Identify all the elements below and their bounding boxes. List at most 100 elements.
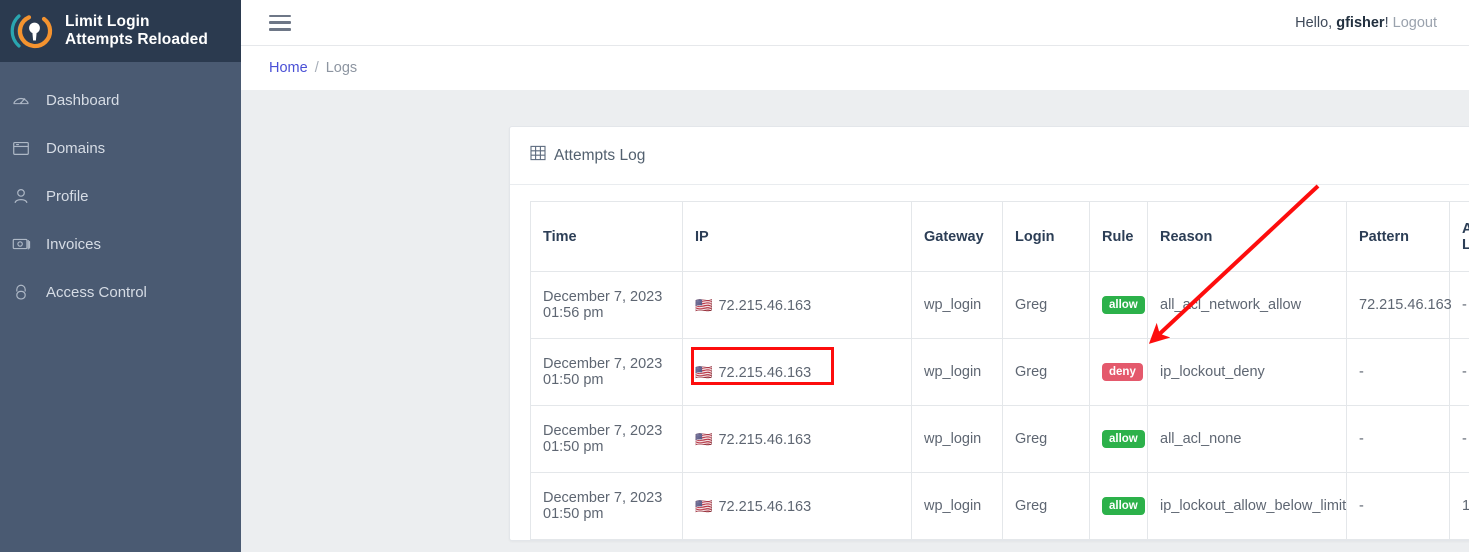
cell-login: Greg bbox=[1002, 271, 1090, 339]
ip-address: 72.215.46.163 bbox=[718, 364, 812, 381]
sidebar-item-label: Profile bbox=[46, 187, 89, 205]
speedometer-icon bbox=[10, 89, 32, 111]
log-time: 01:50 pm bbox=[543, 439, 604, 455]
table-row[interactable]: December 7, 2023 01:50 pm 🇺🇸 72.215.46.163 w… bbox=[530, 405, 1469, 473]
cell-ip: 🇺🇸 72.215.46.163 bbox=[682, 405, 912, 473]
cell-login: Greg bbox=[1002, 338, 1090, 406]
cell-gateway: wp_login bbox=[911, 338, 1003, 406]
table-row[interactable]: December 7, 2023 01:50 pm 🇺🇸 72.215.46.163 w… bbox=[530, 338, 1469, 406]
cell-rule: allow bbox=[1089, 472, 1148, 540]
cell-attempts-left: - bbox=[1449, 338, 1469, 406]
sidebar-nav: Dashboard Domains Profile Invoices Acces… bbox=[0, 62, 241, 316]
country-flag-icon: 🇺🇸 bbox=[695, 430, 713, 447]
column-header-time[interactable]: Time bbox=[530, 201, 683, 272]
brand-line-2: Attempts Reloaded bbox=[65, 31, 208, 48]
breadcrumb-separator: / bbox=[314, 60, 319, 76]
cell-reason: all_acl_network_allow bbox=[1147, 271, 1347, 339]
main-area: Hello, gfisher! Logout Home / Logs Attem… bbox=[241, 0, 1469, 552]
table-row[interactable]: December 7, 2023 01:50 pm 🇺🇸 72.215.46.163 w… bbox=[530, 472, 1469, 540]
table-body: December 7, 2023 01:56 pm 🇺🇸 72.215.46.163 w… bbox=[530, 271, 1469, 540]
app-root: Limit Login Attempts Reloaded Dashboard bbox=[0, 0, 1469, 552]
status-badge: allow bbox=[1102, 430, 1145, 448]
cell-gateway: wp_login bbox=[911, 405, 1003, 473]
cell-attempts-left: - bbox=[1449, 405, 1469, 473]
column-header-login[interactable]: Login bbox=[1002, 201, 1090, 272]
sidebar-item-invoices[interactable]: Invoices bbox=[0, 220, 241, 268]
table-header-row: Time IP Gateway Login Rule Reason Patter… bbox=[530, 201, 1469, 272]
column-header-gateway[interactable]: Gateway bbox=[911, 201, 1003, 272]
breadcrumb-current: Logs bbox=[325, 60, 358, 76]
hamburger-bar bbox=[269, 21, 291, 24]
hamburger-icon[interactable] bbox=[269, 14, 291, 31]
ip-address: 72.215.46.163 bbox=[718, 431, 812, 448]
log-date: December 7, 2023 bbox=[543, 356, 663, 372]
cell-login: Greg bbox=[1002, 472, 1090, 540]
grid-table-icon bbox=[530, 145, 546, 166]
cell-reason: ip_lockout_deny bbox=[1147, 338, 1347, 406]
hamburger-bar bbox=[269, 28, 291, 31]
logout-link[interactable]: Logout bbox=[1393, 15, 1437, 31]
status-badge: allow bbox=[1102, 497, 1145, 515]
card-body: Time IP Gateway Login Rule Reason Patter… bbox=[510, 185, 1469, 540]
sidebar-item-label: Domains bbox=[46, 139, 106, 157]
cell-ip: 🇺🇸 72.215.46.163 bbox=[682, 338, 912, 406]
brand-title: Limit Login Attempts Reloaded bbox=[65, 13, 208, 49]
status-badge: allow bbox=[1102, 296, 1145, 314]
sidebar-item-domains[interactable]: Domains bbox=[0, 124, 241, 172]
sidebar-item-profile[interactable]: Profile bbox=[0, 172, 241, 220]
cell-rule: deny bbox=[1089, 338, 1148, 406]
sidebar-item-label: Invoices bbox=[46, 235, 102, 253]
country-flag-icon: 🇺🇸 bbox=[695, 363, 713, 380]
cell-rule: allow bbox=[1089, 405, 1148, 473]
column-header-attempts-left[interactable]: Attempts Left bbox=[1449, 201, 1469, 272]
attempts-log-card: Attempts Log Reload bbox=[509, 126, 1469, 541]
app-logo-icon bbox=[10, 8, 56, 54]
brand-line-1: Limit Login bbox=[65, 13, 150, 30]
cell-pattern: - bbox=[1346, 472, 1450, 540]
card-header: Attempts Log Reload bbox=[510, 127, 1469, 185]
log-date: December 7, 2023 bbox=[543, 289, 663, 305]
cell-time: December 7, 2023 01:56 pm bbox=[530, 271, 683, 339]
cell-pattern: - bbox=[1346, 405, 1450, 473]
log-date: December 7, 2023 bbox=[543, 423, 663, 439]
brand-header[interactable]: Limit Login Attempts Reloaded bbox=[0, 0, 241, 62]
cell-time: December 7, 2023 01:50 pm bbox=[530, 338, 683, 406]
table-row[interactable]: December 7, 2023 01:56 pm 🇺🇸 72.215.46.163 w… bbox=[530, 271, 1469, 339]
hamburger-bar bbox=[269, 14, 291, 17]
sidebar-item-access-control[interactable]: Access Control bbox=[0, 268, 241, 316]
cell-attempts-left: - bbox=[1449, 271, 1469, 339]
country-flag-icon: 🇺🇸 bbox=[695, 497, 713, 514]
header-line-1: Attempts bbox=[1462, 220, 1469, 237]
status-badge: deny bbox=[1102, 363, 1143, 381]
sidebar-item-label: Dashboard bbox=[46, 91, 120, 109]
column-header-rule[interactable]: Rule bbox=[1089, 201, 1148, 272]
breadcrumb-home-link[interactable]: Home bbox=[269, 60, 308, 76]
cell-reason: ip_lockout_allow_below_limit bbox=[1147, 472, 1347, 540]
column-header-ip[interactable]: IP bbox=[682, 201, 912, 272]
ip-address: 72.215.46.163 bbox=[718, 498, 812, 515]
log-time: 01:50 pm bbox=[543, 506, 604, 522]
card-title: Attempts Log bbox=[530, 145, 645, 166]
column-header-pattern[interactable]: Pattern bbox=[1346, 201, 1450, 272]
log-date: December 7, 2023 bbox=[543, 490, 663, 506]
sidebar: Limit Login Attempts Reloaded Dashboard bbox=[0, 0, 241, 552]
sidebar-item-dashboard[interactable]: Dashboard bbox=[0, 76, 241, 124]
breadcrumb: Home / Logs bbox=[241, 45, 1469, 90]
country-flag-icon: 🇺🇸 bbox=[695, 296, 713, 313]
header-line-2: Left bbox=[1462, 236, 1469, 253]
attempts-log-table: Time IP Gateway Login Rule Reason Patter… bbox=[530, 201, 1469, 540]
greeting-username: gfisher bbox=[1336, 14, 1385, 31]
sidebar-item-label: Access Control bbox=[46, 283, 147, 301]
greeting-suffix: ! bbox=[1384, 14, 1393, 31]
window-icon bbox=[10, 137, 32, 159]
cell-ip: 🇺🇸 72.215.46.163 bbox=[682, 271, 912, 339]
cell-reason: all_acl_none bbox=[1147, 405, 1347, 473]
card-title-label: Attempts Log bbox=[554, 146, 646, 164]
column-header-reason[interactable]: Reason bbox=[1147, 201, 1347, 272]
cell-login: Greg bbox=[1002, 405, 1090, 473]
cell-attempts-left: 1 bbox=[1449, 472, 1469, 540]
cell-ip: 🇺🇸 72.215.46.163 bbox=[682, 472, 912, 540]
user-greeting: Hello, gfisher! Logout bbox=[1295, 15, 1437, 31]
cell-pattern: 72.215.46.163 bbox=[1346, 271, 1452, 339]
cell-time: December 7, 2023 01:50 pm bbox=[530, 472, 683, 540]
